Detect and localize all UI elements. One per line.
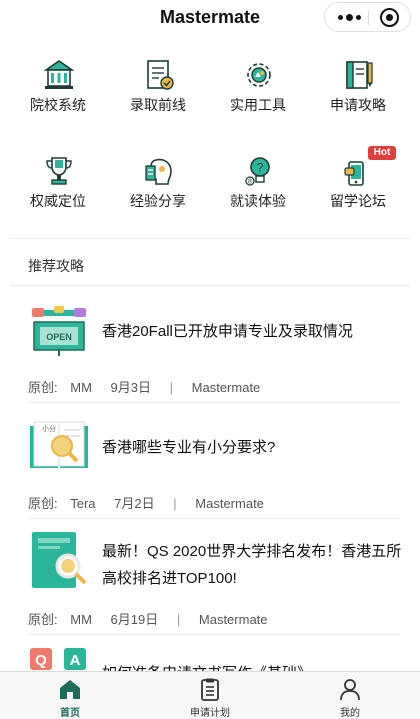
article-source: Mastermate (191, 380, 261, 395)
meta-separator: | (176, 612, 181, 627)
grid-item-application-guide[interactable]: 申请攻略 (310, 46, 406, 126)
article-date: 6月19日 (110, 612, 159, 627)
grid-item-admission-front[interactable]: 录取前线 (110, 46, 206, 126)
grid-item-study-abroad-forum[interactable]: Hot 留学论坛 (310, 142, 406, 222)
mini-program-capsule (324, 2, 411, 32)
section-divider (10, 285, 410, 286)
meta-separator: | (173, 496, 177, 511)
tab-application-plan[interactable]: 申请计划 (140, 672, 280, 719)
article-title: 香港哪些专业有小分要求? (102, 439, 276, 456)
article-type: 原创: (28, 496, 58, 511)
article-title: 如何准备申请文书写作《基础》 (102, 660, 400, 671)
thumb-q-text: Q (35, 652, 47, 669)
article-title: 最新！QS 2020世界大学排名发布！香港五所高校排名进TOP100! (102, 543, 402, 587)
article-date: 7月2日 (114, 496, 155, 511)
tab-label: 我的 (340, 708, 360, 719)
article-author: Tera (70, 496, 96, 511)
article-title: 香港20Fall已开放申请专业及录取情况 (102, 323, 353, 340)
article-thumbnail: OPEN (32, 306, 86, 356)
article-type: 原创: (28, 380, 58, 395)
more-options-icon[interactable] (333, 3, 369, 31)
article-source: Mastermate (195, 496, 264, 511)
article-thumbnail: 小分 (30, 421, 88, 468)
top-navigation-bar: Mastermate (0, 0, 420, 34)
svg-text:8: 8 (248, 179, 252, 186)
article-date: 9月3日 (110, 380, 152, 395)
article-meta: 原创: Tera 7月2日 | Mastermate (28, 493, 264, 512)
article-type: 原创: (28, 612, 58, 627)
article-author: MM (70, 612, 92, 627)
close-mini-program-icon[interactable] (380, 8, 399, 27)
article-author: MM (70, 380, 92, 395)
article-item[interactable]: 最新！QS 2020世界大学排名发布！香港五所高校排名进TOP100! 原创: … (28, 530, 402, 630)
university-icon (43, 60, 75, 89)
guide-book-icon (346, 61, 373, 89)
admission-document-icon (147, 60, 174, 90)
grid-label: 录取前线 (130, 97, 186, 113)
bottom-tab-bar: 首页 申请计划 我的 (0, 671, 420, 719)
grid-item-study-experience[interactable]: ? 8 就读体验 (210, 142, 306, 222)
article-thumbnail (32, 532, 87, 588)
grid-label: 经验分享 (130, 193, 186, 209)
experience-share-icon (145, 158, 172, 185)
tab-home[interactable]: 首页 (0, 672, 140, 719)
clipboard-icon (201, 678, 219, 701)
svg-text:?: ? (257, 161, 264, 175)
capsule-divider (368, 10, 369, 25)
article-source: Mastermate (198, 612, 268, 627)
article-divider (28, 634, 400, 635)
meta-separator: | (169, 380, 174, 395)
article-meta: 原创: MM 9月3日 | Mastermate (28, 377, 260, 396)
grid-label: 权威定位 (30, 193, 86, 209)
grid-item-authority-positioning[interactable]: 权威定位 (10, 142, 106, 222)
grid-label: 实用工具 (230, 97, 286, 113)
recommended-guides-title: 推荐攻略 (28, 258, 84, 274)
home-icon (60, 680, 80, 699)
tab-mine[interactable]: 我的 (280, 672, 420, 719)
thumb-open-text: OPEN (46, 332, 72, 342)
grid-label: 留学论坛 (330, 193, 386, 209)
article-item[interactable]: OPEN 香港20Fall已开放申请专业及录取情况 原创: MM 9月3日 | … (28, 300, 400, 396)
article-item[interactable]: Q A 如何准备申请文书写作《基础》 (28, 646, 400, 671)
tab-label: 首页 (60, 708, 80, 719)
article-item[interactable]: 小分 香港哪些专业有小分要求? 原创: Tera 7月2日 | Masterma… (28, 416, 400, 512)
tab-label: 申请计划 (190, 708, 230, 719)
grid-label: 就读体验 (230, 193, 286, 209)
grid-label: 院校系统 (30, 97, 86, 113)
grid-item-practical-tools[interactable]: 实用工具 (210, 46, 306, 126)
gear-tools-icon (247, 63, 271, 87)
grid-item-experience-share[interactable]: 经验分享 (110, 142, 206, 222)
hot-badge: Hot (368, 146, 396, 160)
article-divider (28, 518, 400, 519)
article-thumbnail: Q A (30, 648, 86, 670)
article-divider (28, 402, 400, 403)
lightbulb-question-icon: ? 8 (245, 157, 270, 186)
article-meta: 原创: MM 6月19日 | Mastermate (28, 609, 268, 628)
thumb-a-text: A (70, 652, 81, 669)
user-icon (340, 679, 360, 701)
thumb-small-score-text: 小分 (42, 424, 56, 433)
grid-item-university-system[interactable]: 院校系统 (10, 46, 106, 126)
trophy-icon (46, 157, 72, 185)
section-divider (10, 238, 410, 239)
grid-label: 申请攻略 (330, 97, 386, 113)
